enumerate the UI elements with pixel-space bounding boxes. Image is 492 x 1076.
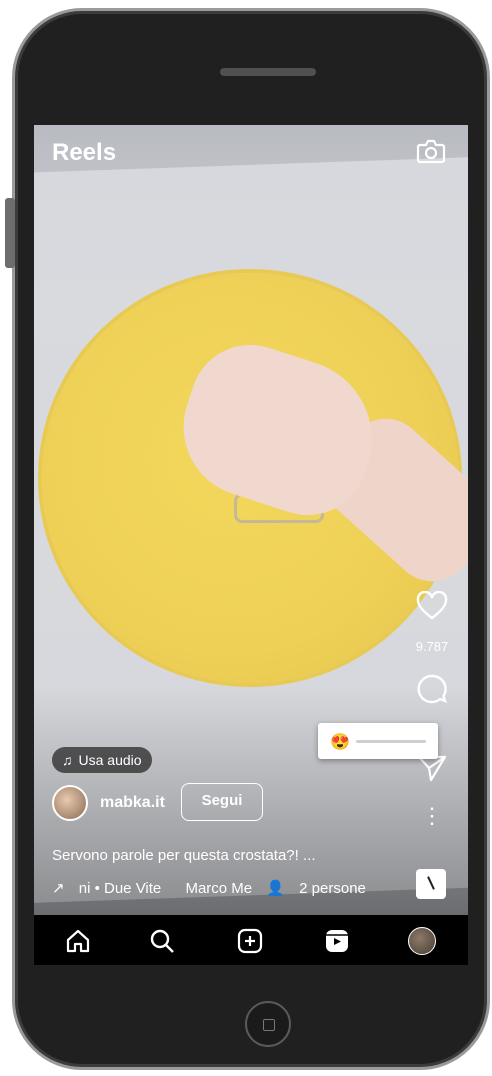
caption[interactable]: Servono parole per questa crostata?! ... [52,847,316,864]
avatar[interactable] [52,785,88,821]
person-icon: 👤 [266,880,290,897]
profile-avatar[interactable] [408,927,436,955]
heart-icon[interactable] [408,590,456,626]
comment-icon[interactable] [408,673,456,710]
camera-icon[interactable] [416,137,446,165]
phone-home-button[interactable] [245,1001,291,1047]
emoji-slider-sticker[interactable]: 😍 [318,723,438,759]
emoji-slider-track[interactable] [356,740,426,743]
use-audio-label: Usa audio [78,752,142,768]
bottom-tab-bar [34,915,468,965]
meta-row: ↗ ni • Due Vite Marco Me 👤 2 persone [52,879,386,897]
arrow-icon: ↗ [52,880,69,897]
home-icon[interactable] [64,927,92,955]
video-background[interactable] [34,125,468,965]
page-title: Reels [52,139,117,166]
more-icon[interactable]: ⋮ [408,805,456,827]
phone-side-button [5,198,15,268]
reels-screen: Reels 9.787 ⋮ 😍 ♫ Usa audio mabka.it Seg… [34,125,468,965]
collaborator[interactable]: Marco Me [185,880,252,897]
tagged-people[interactable]: 👤 2 persone [266,880,376,897]
username[interactable]: mabka.it [100,794,165,812]
audio-track-label: ni • Due Vite [78,880,162,897]
audio-thumbnail[interactable] [416,869,446,899]
tagged-people-label: 2 persone [299,880,366,897]
phone-speaker [220,68,316,76]
like-count: 9.787 [415,639,449,654]
create-icon[interactable] [236,927,264,955]
reels-icon[interactable] [323,927,351,955]
music-note-icon: ♫ [62,752,73,768]
use-audio-button[interactable]: ♫ Usa audio [52,747,152,773]
heart-eyes-emoji: 😍 [330,734,350,751]
audio-track[interactable]: ↗ ni • Due Vite [52,880,171,897]
follow-button[interactable]: Segui [181,783,263,821]
search-icon[interactable] [148,927,176,955]
